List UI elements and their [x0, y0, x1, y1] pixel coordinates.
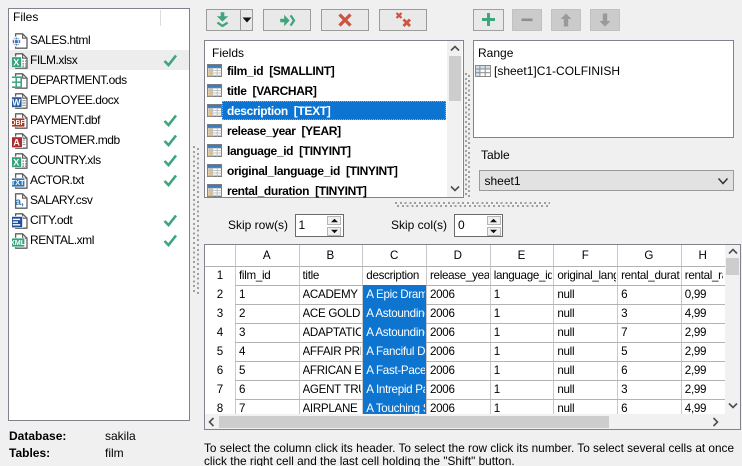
svg-text:XML: XML	[12, 238, 26, 247]
svg-text:X: X	[13, 156, 20, 167]
svg-text:A: A	[13, 137, 20, 147]
svg-text:TXT: TXT	[12, 178, 25, 187]
svg-text:X: X	[13, 56, 20, 67]
svg-text:W: W	[12, 97, 21, 107]
svg-text:a,: a,	[15, 196, 24, 208]
svg-text:DBF: DBF	[12, 120, 26, 127]
